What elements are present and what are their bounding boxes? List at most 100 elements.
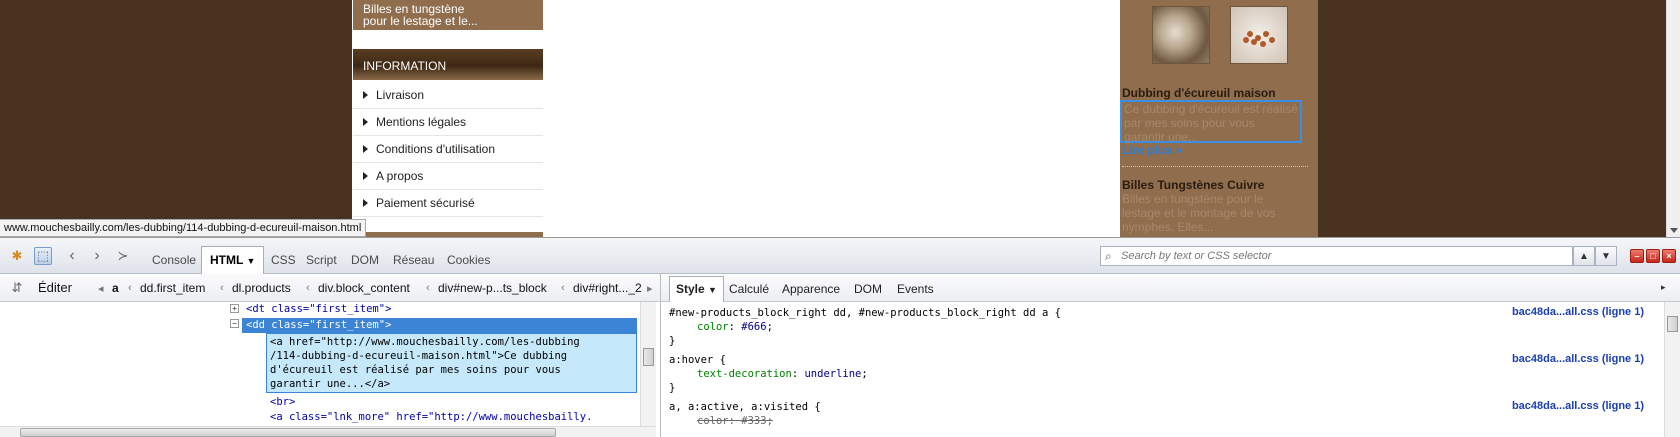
scroll-down-arrow-icon[interactable]: [1670, 228, 1678, 233]
side-tabs-more-icon[interactable]: ▸: [1661, 282, 1666, 293]
product-thumbnail-beads[interactable]: [1230, 6, 1288, 64]
close-icon[interactable]: ×: [1662, 249, 1676, 263]
info-item-label: Mentions légales: [376, 115, 467, 129]
html-panel-hscrollbar[interactable]: [0, 426, 656, 437]
page-scrollbar[interactable]: [1666, 0, 1680, 237]
breadcrumb-item-div-right[interactable]: div#right..._2: [573, 281, 642, 295]
dropdown-arrow-icon[interactable]: ▼: [708, 285, 717, 295]
css-panel-vscrollbar[interactable]: [1664, 302, 1680, 437]
tab-cookies[interactable]: Cookies: [441, 250, 496, 270]
css-source-link[interactable]: bac48da...all.css (ligne 1): [1512, 306, 1644, 318]
layout-toggle-icon[interactable]: ⇵: [8, 279, 26, 297]
scrollbar-thumb[interactable]: [643, 348, 654, 366]
forward-arrow-icon[interactable]: ›: [88, 247, 106, 265]
css-value[interactable]: #333: [741, 415, 766, 427]
breadcrumb-sep-icon: ‹: [306, 282, 310, 294]
scrollbar-thumb[interactable]: [20, 428, 556, 437]
tab-html[interactable]: HTML ▼: [201, 246, 265, 274]
firebug-bug-icon[interactable]: ✱: [8, 247, 26, 265]
breadcrumb-item-div-block[interactable]: div.block_content: [318, 281, 410, 295]
css-rule-selector[interactable]: a, a:active, a:visited {: [669, 401, 821, 413]
dropdown-arrow-icon[interactable]: ▼: [246, 256, 255, 266]
breadcrumb-scroll-right-icon[interactable]: ▸: [647, 282, 653, 295]
product-desc-billes[interactable]: Billes en tungstène pour le lestage et l…: [1122, 192, 1304, 234]
tab-script[interactable]: Script: [300, 250, 343, 270]
selected-tree-node[interactable]: <dd class="first_item">: [242, 318, 637, 333]
css-property: color: [697, 321, 729, 333]
css-source-link[interactable]: bac48da...all.css (ligne 1): [1512, 353, 1644, 365]
tree-node-dt[interactable]: <dt class="first_item">: [246, 303, 391, 315]
tree-node-br[interactable]: <br>: [270, 396, 295, 408]
information-block-header: INFORMATION: [353, 49, 543, 80]
side-tab-events[interactable]: Events: [891, 280, 940, 298]
side-tab-dom[interactable]: DOM: [848, 280, 888, 298]
css-declaration[interactable]: text-decoration: underline;: [697, 368, 868, 380]
breadcrumb-item-a[interactable]: a: [112, 281, 119, 295]
css-value[interactable]: underline: [804, 368, 861, 380]
step-list-icon[interactable]: ≻: [114, 247, 132, 265]
info-item-livraison[interactable]: Livraison: [353, 82, 543, 109]
css-property: color: [697, 415, 729, 427]
breadcrumb-sep-icon: ‹: [561, 282, 565, 294]
product-snippet-tungsten[interactable]: Billes en tungstène pour le lestage et l…: [353, 0, 543, 30]
detach-icon[interactable]: □: [1646, 249, 1660, 263]
css-rule-close: }: [669, 335, 676, 347]
tab-css[interactable]: CSS: [265, 250, 302, 270]
css-rule-close: }: [669, 382, 676, 394]
info-item-a-propos[interactable]: A propos: [353, 163, 543, 190]
product-desc-dubbing[interactable]: Ce dubbing d'écureuil est réalisé par me…: [1120, 100, 1302, 144]
breadcrumb-item-dd[interactable]: dd.first_item: [140, 281, 205, 295]
breadcrumb-item-dl[interactable]: dl.products: [232, 281, 291, 295]
bead-dot: [1260, 41, 1266, 47]
bullet-arrow-icon: [363, 118, 368, 126]
edit-button[interactable]: Éditer: [38, 280, 72, 295]
bullet-arrow-icon: [363, 172, 368, 180]
information-list: Livraison Mentions légales Conditions d'…: [353, 82, 543, 217]
side-tab-apparence[interactable]: Apparence: [776, 280, 846, 298]
status-bar-url: www.mouchesbailly.com/les-dubbing/114-du…: [0, 219, 367, 237]
css-rule-selector[interactable]: #new-products_block_right dd, #new-produ…: [669, 307, 1061, 319]
info-item-label: A propos: [376, 169, 424, 183]
side-tab-style[interactable]: Style ▼: [669, 276, 724, 302]
back-arrow-icon[interactable]: ‹: [63, 247, 81, 265]
minimize-icon[interactable]: –: [1630, 249, 1644, 263]
firebug-panel: ✱ ⬚ ‹ › ≻ Console HTML ▼ CSS Script DOM …: [0, 237, 1680, 437]
bead-dot: [1263, 31, 1269, 37]
side-tab-calcule[interactable]: Calculé: [723, 280, 775, 298]
search-next-button[interactable]: ▼: [1595, 246, 1617, 266]
search-input[interactable]: ⌕ Search by text or CSS selector: [1100, 246, 1573, 266]
css-declaration[interactable]: color: #666;: [697, 321, 773, 333]
product-thumbnail-dubbing[interactable]: [1152, 6, 1210, 64]
read-more-link[interactable]: Lire plus »: [1122, 143, 1182, 157]
css-declaration-overridden[interactable]: color: #333;: [697, 415, 773, 427]
tab-console[interactable]: Console: [146, 250, 202, 270]
breadcrumb-item-div-new[interactable]: div#new-p...ts_block: [438, 281, 547, 295]
css-property: text-decoration: [697, 368, 792, 380]
css-style-panel[interactable]: #new-products_block_right dd, #new-produ…: [660, 302, 1664, 437]
info-item-mentions-legales[interactable]: Mentions légales: [353, 109, 543, 136]
bead-dot: [1247, 31, 1253, 37]
html-panel-vscrollbar[interactable]: [640, 302, 656, 426]
selected-anchor-node[interactable]: <a href="http://www.mouchesbailly.com/le…: [266, 333, 637, 393]
info-item-label: Conditions d'utilisation: [376, 142, 496, 156]
info-item-label: Livraison: [376, 88, 425, 102]
bead-dot: [1269, 37, 1275, 43]
product-title-billes[interactable]: Billes Tungstènes Cuivre: [1122, 178, 1264, 192]
inspect-element-icon[interactable]: ⬚: [34, 247, 52, 265]
css-value[interactable]: #666: [741, 321, 766, 333]
breadcrumb-scroll-left-icon[interactable]: ◂: [98, 282, 104, 295]
info-item-conditions[interactable]: Conditions d'utilisation: [353, 136, 543, 163]
product-title-dubbing[interactable]: Dubbing d'écureuil maison: [1122, 86, 1276, 100]
css-rule-selector[interactable]: a:hover {: [669, 354, 726, 366]
info-item-paiement[interactable]: Paiement sécurisé: [353, 190, 543, 217]
tab-reseau[interactable]: Réseau: [387, 250, 440, 270]
search-prev-button[interactable]: ▲: [1573, 246, 1595, 266]
expand-node-icon[interactable]: +: [230, 304, 239, 313]
collapse-node-icon[interactable]: −: [230, 319, 239, 328]
tree-node-lnk-more[interactable]: <a class="lnk_more" href="http://www.mou…: [270, 411, 592, 423]
html-tree-panel[interactable]: + <dt class="first_item"> − <dd class="f…: [0, 302, 640, 426]
css-source-link[interactable]: bac48da...all.css (ligne 1): [1512, 400, 1644, 412]
bullet-arrow-icon: [363, 145, 368, 153]
scrollbar-thumb[interactable]: [1667, 316, 1678, 332]
tab-dom[interactable]: DOM: [345, 250, 385, 270]
